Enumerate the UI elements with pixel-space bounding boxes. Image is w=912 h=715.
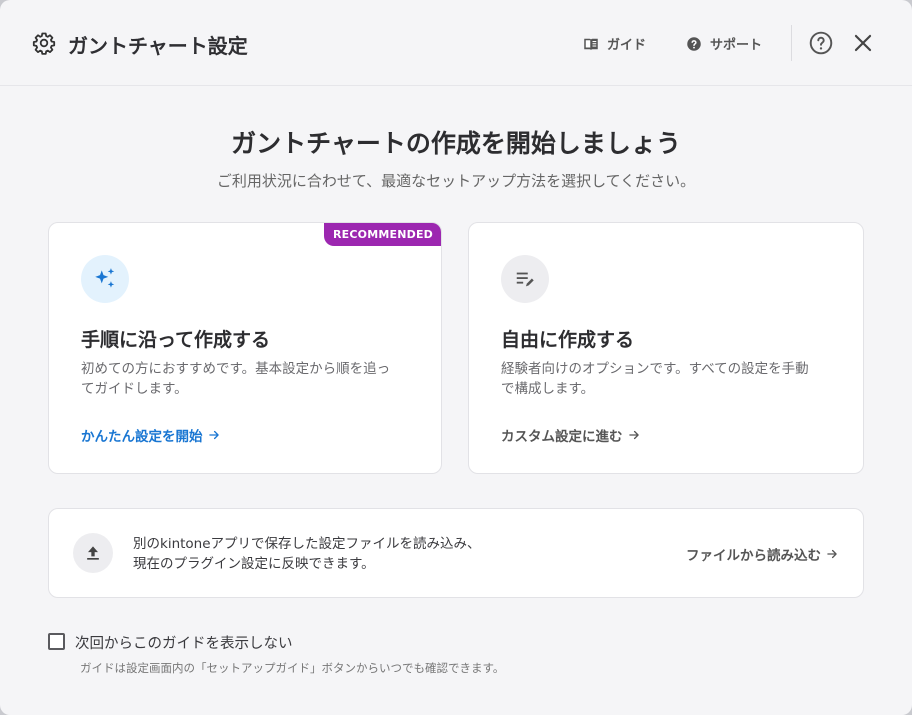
link-label: ファイルから読み込む bbox=[686, 548, 821, 564]
custom-setup-card[interactable]: 自由に作成する 経験者向けのオプションです。すべての設定を手動 で構成します。 … bbox=[468, 222, 864, 474]
import-from-file-link[interactable]: ファイルから読み込む bbox=[686, 544, 839, 564]
setup-dialog: ガントチャート設定 ガイド サポート ガントチャートの作成を開始しましょう ご利… bbox=[0, 0, 912, 715]
import-settings-panel: 別のkintoneアプリで保存した設定ファイルを読み込み、 現在のプラグイン設定… bbox=[48, 508, 864, 598]
dont-show-again-checkbox[interactable] bbox=[48, 633, 65, 650]
support-link[interactable]: サポート bbox=[685, 34, 762, 53]
help-circle-icon bbox=[687, 36, 701, 51]
dialog-header: ガントチャート設定 ガイド サポート bbox=[0, 0, 912, 86]
desc-line: で構成します。 bbox=[501, 381, 595, 397]
card-title: 手順に沿って作成する bbox=[81, 329, 271, 351]
header-divider bbox=[791, 25, 792, 61]
link-label: カスタム設定に進む bbox=[501, 429, 623, 445]
sparkle-icon bbox=[81, 255, 129, 303]
import-line: 現在のプラグイン設定に反映できます。 bbox=[133, 556, 375, 572]
guide-link[interactable]: ガイド bbox=[582, 34, 646, 53]
arrow-right-icon bbox=[628, 430, 639, 440]
book-icon bbox=[584, 38, 598, 50]
import-description: 別のkintoneアプリで保存した設定ファイルを読み込み、 現在のプラグイン設定… bbox=[133, 534, 481, 574]
dont-show-again-label[interactable]: 次回からこのガイドを表示しない bbox=[75, 632, 293, 653]
guide-label: ガイド bbox=[607, 38, 647, 53]
import-line: 別のkintoneアプリで保存した設定ファイルを読み込み、 bbox=[133, 536, 481, 552]
arrow-right-icon bbox=[208, 430, 219, 440]
gear-icon bbox=[32, 32, 56, 55]
upload-icon bbox=[73, 533, 113, 573]
recommended-badge: RECOMMENDED bbox=[324, 223, 441, 246]
link-label: かんたん設定を開始 bbox=[81, 429, 203, 445]
hero-title: ガントチャートの作成を開始しましょう bbox=[231, 129, 681, 158]
question-circle-icon[interactable] bbox=[808, 30, 834, 56]
edit-list-icon bbox=[501, 255, 549, 303]
card-description: 初めての方におすすめです。基本設定から順を追っ てガイドします。 bbox=[81, 359, 411, 399]
dialog-title: ガントチャート設定 bbox=[68, 34, 248, 58]
desc-line: 初めての方におすすめです。基本設定から順を追っ bbox=[81, 361, 391, 377]
start-easy-setup-link[interactable]: かんたん設定を開始 bbox=[81, 425, 221, 445]
support-label: サポート bbox=[710, 38, 763, 53]
desc-line: 経験者向けのオプションです。すべての設定を手動 bbox=[501, 361, 809, 377]
close-icon[interactable] bbox=[850, 30, 876, 56]
card-title: 自由に作成する bbox=[501, 329, 635, 351]
desc-line: てガイドします。 bbox=[81, 381, 188, 397]
hero-subtitle: ご利用状況に合わせて、最適なセットアップ方法を選択してください。 bbox=[216, 172, 696, 190]
custom-setup-link[interactable]: カスタム設定に進む bbox=[501, 425, 641, 445]
arrow-right-icon bbox=[827, 549, 837, 559]
guide-note: ガイドは設定画面内の「セットアップガイド」ボタンからいつでも確認できます。 bbox=[80, 661, 505, 675]
card-description: 経験者向けのオプションです。すべての設定を手動 で構成します。 bbox=[501, 359, 831, 399]
guided-setup-card[interactable]: RECOMMENDED 手順に沿って作成する 初めての方におすすめです。基本設定… bbox=[48, 222, 442, 474]
